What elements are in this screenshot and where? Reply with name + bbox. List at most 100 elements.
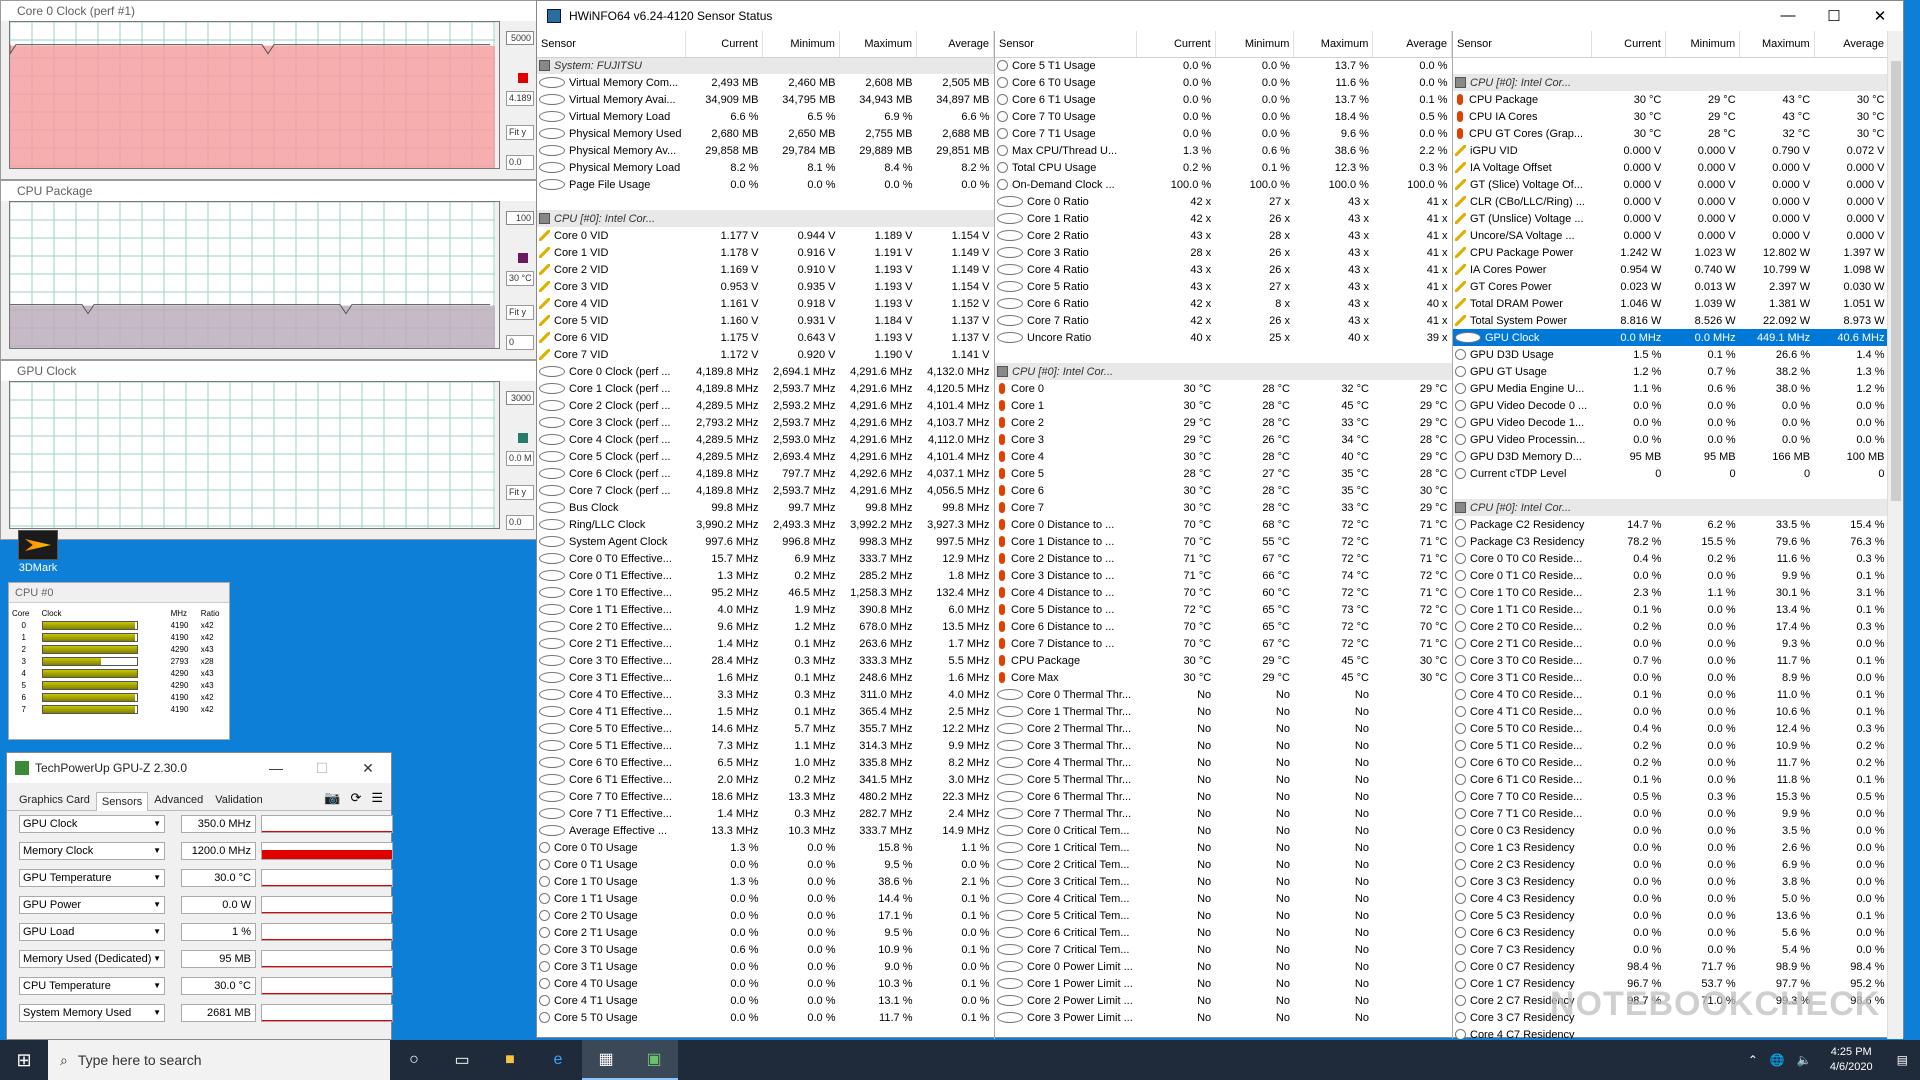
- sensor-row[interactable]: Core 4 30 °C 28 °C 40 °C 29 °C: [995, 448, 1452, 465]
- sensor-row[interactable]: Core 1 T0 Usage 1.3 % 0.0 % 38.6 % 2.1 %: [537, 873, 994, 890]
- sensor-row[interactable]: Core 2 Clock (perf ... 4,289.5 MHz 2,593.2…: [537, 397, 994, 414]
- sensor-group-header[interactable]: CPU [#0]: Intel Cor...: [995, 363, 1452, 380]
- sensor-row[interactable]: Core 1 T1 C0 Reside... 0.1 % 0.0 % 13.4 % 0.…: [1453, 601, 1889, 618]
- gpuz-sensor-select[interactable]: System Memory Used ▼: [19, 1004, 165, 1022]
- sensor-row[interactable]: Core 5 T0 C0 Reside... 0.4 % 0.0 % 12.4 % 0.…: [1453, 720, 1889, 737]
- sensor-row[interactable]: Core 0 C3 Residency 0.0 % 0.0 % 3.5 % 0.0 %: [1453, 822, 1889, 839]
- gpuz-taskbar-button[interactable]: ▣: [630, 1040, 678, 1080]
- sensor-row[interactable]: Core 4 T0 Effective... 3.3 MHz 0.3 MHz 311.…: [537, 686, 994, 703]
- sensor-group-header[interactable]: CPU [#0]: Intel Cor...: [537, 210, 994, 227]
- volume-icon[interactable]: 🔈: [1791, 1053, 1818, 1067]
- sensor-row[interactable]: Physical Memory Load 8.2 % 8.1 % 8.4 % 8.2 %: [537, 159, 994, 176]
- task-view-button[interactable]: ▭: [438, 1040, 486, 1080]
- gpuz-sensor-select[interactable]: GPU Power ▼: [19, 896, 165, 914]
- sensor-row[interactable]: Core 5 28 °C 27 °C 35 °C 28 °C: [995, 465, 1452, 482]
- sensor-row[interactable]: Core 3 C3 Residency 0.0 % 0.0 % 3.8 % 0.0 %: [1453, 873, 1889, 890]
- sensor-row[interactable]: Core 4 T1 C0 Reside... 0.0 % 0.0 % 10.6 % 0.…: [1453, 703, 1889, 720]
- sensor-row[interactable]: Core 2 29 °C 28 °C 33 °C 29 °C: [995, 414, 1452, 431]
- sensor-row[interactable]: System Agent Clock 997.6 MHz 996.8 MHz 998.…: [537, 533, 994, 550]
- sensor-row[interactable]: Core 4 C3 Residency 0.0 % 0.0 % 5.0 % 0.0 %: [1453, 890, 1889, 907]
- sensor-row[interactable]: Core 6 VID 1.175 V 0.643 V 1.193 V 1.137 V: [537, 329, 994, 346]
- fit-y-button[interactable]: Fit y: [506, 485, 534, 500]
- hwinfo-titlebar[interactable]: HWiNFO64 v6.24-4120 Sensor Status — ☐ ✕: [537, 1, 1903, 31]
- sensor-row[interactable]: GPU Video Processin... 0.0 % 0.0 % 0.0 % 0.0…: [1453, 431, 1889, 448]
- gpuz-sensor-select[interactable]: CPU Temperature ▼: [19, 977, 165, 995]
- sensor-row[interactable]: Core 5 T0 Usage 0.0 % 0.0 % 11.7 % 0.1 %: [537, 1009, 994, 1026]
- sensor-row[interactable]: Core 0 T0 C0 Reside... 0.4 % 0.2 % 11.6 % 0.…: [1453, 550, 1889, 567]
- sensor-row[interactable]: Core 3 T0 C0 Reside... 0.7 % 0.0 % 11.7 % 0.…: [1453, 652, 1889, 669]
- scrollbar[interactable]: [1887, 31, 1903, 1039]
- sensor-row[interactable]: Core 7 T1 Usage 0.0 % 0.0 % 9.6 % 0.0 %: [995, 125, 1452, 142]
- sensor-row[interactable]: Core 6 Clock (perf ... 4,189.8 MHz 797.7 M…: [537, 465, 994, 482]
- sensor-row[interactable]: Core 2 C3 Residency 0.0 % 0.0 % 6.9 % 0.0 %: [1453, 856, 1889, 873]
- sensor-row[interactable]: Core 2 Critical Tem... No No No: [995, 856, 1452, 873]
- sensor-row[interactable]: Core 5 T1 Usage 0.0 % 0.0 % 13.7 % 0.0 %: [995, 57, 1452, 74]
- chevron-up-icon[interactable]: ⌃: [1742, 1053, 1764, 1067]
- column-header-current[interactable]: Current: [1591, 31, 1666, 58]
- sensor-row[interactable]: Core 7 T1 Effective... 1.4 MHz 0.3 MHz 282.…: [537, 805, 994, 822]
- sensor-row[interactable]: Core 1 T0 Effective... 95.2 MHz 46.5 MHz 1,…: [537, 584, 994, 601]
- sensor-row[interactable]: Core 4 Ratio 43 x 26 x 43 x 41 x: [995, 261, 1452, 278]
- sensor-group-header[interactable]: CPU [#0]: Intel Cor...: [1453, 499, 1889, 516]
- sensor-row[interactable]: Core 1 Thermal Thr... No No No: [995, 703, 1452, 720]
- sensor-row[interactable]: Core 0 Critical Tem... No No No: [995, 822, 1452, 839]
- sensor-row[interactable]: Core 7 T0 Effective... 18.6 MHz 13.3 MHz 48…: [537, 788, 994, 805]
- sensor-row[interactable]: Core 1 Power Limit ... No No No: [995, 975, 1452, 992]
- sensor-row[interactable]: Core 7 T0 C0 Reside... 0.5 % 0.3 % 15.3 % 0.…: [1453, 788, 1889, 805]
- sensor-row[interactable]: Core 3 29 °C 26 °C 34 °C 28 °C: [995, 431, 1452, 448]
- sensor-row[interactable]: Core 0 Ratio 42 x 27 x 43 x 41 x: [995, 193, 1452, 210]
- sensor-row[interactable]: CPU GT Cores (Grap... 30 °C 28 °C 32 °C 30 °…: [1453, 125, 1889, 142]
- sensor-row[interactable]: CPU IA Cores 30 °C 29 °C 43 °C 30 °C: [1453, 108, 1889, 125]
- sensor-row[interactable]: Core 5 Clock (perf ... 4,289.5 MHz 2,693.4…: [537, 448, 994, 465]
- sensor-row[interactable]: GT Cores Power 0.023 W 0.013 W 2.397 W 0.030…: [1453, 278, 1889, 295]
- sensor-row[interactable]: Package C2 Residency 14.7 % 6.2 % 33.5 % 15.…: [1453, 516, 1889, 533]
- sensor-row[interactable]: Core 5 T1 Effective... 7.3 MHz 1.1 MHz 314.…: [537, 737, 994, 754]
- camera-icon[interactable]: 📷: [324, 790, 340, 806]
- sensor-row[interactable]: Core 4 T1 Usage 0.0 % 0.0 % 13.1 % 0.0 %: [537, 992, 994, 1009]
- sensor-row[interactable]: Core 1 T1 Effective... 4.0 MHz 1.9 MHz 390.…: [537, 601, 994, 618]
- sensor-row[interactable]: Core 0 30 °C 28 °C 32 °C 29 °C: [995, 380, 1452, 397]
- graph-color-swatch[interactable]: [518, 253, 528, 263]
- sensor-row[interactable]: Virtual Memory Load 6.6 % 6.5 % 6.9 % 6.6 %: [537, 108, 994, 125]
- column-header-minimum[interactable]: Minimum: [1215, 31, 1295, 58]
- sensor-row[interactable]: Core 0 Clock (perf ... 4,189.8 MHz 2,694.1…: [537, 363, 994, 380]
- sensor-row[interactable]: GPU Video Decode 0 ... 0.0 % 0.0 % 0.0 % 0.0…: [1453, 397, 1889, 414]
- sensor-row[interactable]: Core 1 Ratio 42 x 26 x 43 x 41 x: [995, 210, 1452, 227]
- sensor-pane-3[interactable]: Sensor Current Minimum Maximum Average CPU [#…: [1453, 31, 1889, 1039]
- sensor-row[interactable]: Core 5 T0 Effective... 14.6 MHz 5.7 MHz 355…: [537, 720, 994, 737]
- sensor-row[interactable]: Core 4 Thermal Thr... No No No: [995, 754, 1452, 771]
- fit-y-button[interactable]: Fit y: [506, 125, 534, 140]
- sensor-row[interactable]: Core 2 T1 Effective... 1.4 MHz 0.1 MHz 263.…: [537, 635, 994, 652]
- sensor-row[interactable]: Core 2 T0 C0 Reside... 0.2 % 0.0 % 17.4 % 0.…: [1453, 618, 1889, 635]
- gpuz-sensor-select[interactable]: Memory Clock ▼: [19, 842, 165, 860]
- close-icon[interactable]: ✕: [1857, 7, 1903, 25]
- sensor-row[interactable]: IA Voltage Offset 0.000 V 0.000 V 0.000 V 0.…: [1453, 159, 1889, 176]
- graph-min[interactable]: 0: [506, 335, 534, 350]
- sensor-row[interactable]: CPU Package 30 °C 29 °C 45 °C 30 °C: [995, 652, 1452, 669]
- sensor-row[interactable]: Core 2 Thermal Thr... No No No: [995, 720, 1452, 737]
- graph-max[interactable]: 100: [506, 211, 534, 225]
- fit-y-button[interactable]: Fit y: [506, 305, 534, 320]
- sensor-row[interactable]: Core 2 Power Limit ... No No No: [995, 992, 1452, 1009]
- sensor-row[interactable]: CPU Package Power 1.242 W 1.023 W 12.802 W1…: [1453, 244, 1889, 261]
- sensor-row[interactable]: Virtual Memory Avai... 34,909 MB 34,795 MB…: [537, 91, 994, 108]
- sensor-row[interactable]: Core 1 VID 1.178 V 0.916 V 1.191 V 1.149 V: [537, 244, 994, 261]
- sensor-row[interactable]: Ring/LLC Clock 3,990.2 MHz 2,493.3 MHz 3,99…: [537, 516, 994, 533]
- edge-button[interactable]: e: [534, 1040, 582, 1080]
- sensor-row[interactable]: Core 4 Distance to ... 70 °C 60 °C 72 °C 71 …: [995, 584, 1452, 601]
- sensor-row[interactable]: Core 7 VID 1.172 V 0.920 V 1.190 V 1.141 V: [537, 346, 994, 363]
- minimize-icon[interactable]: —: [1765, 7, 1811, 25]
- gpuz-tab-advanced[interactable]: Advanced: [148, 790, 209, 810]
- sensor-row[interactable]: Core 0 C7 Residency 98.4 % 71.7 % 98.9 % 98.…: [1453, 958, 1889, 975]
- sensor-row[interactable]: Core 3 T0 Usage 0.6 % 0.0 % 10.9 % 0.1 %: [537, 941, 994, 958]
- clock[interactable]: 4:25 PM 4/6/2020: [1818, 1045, 1885, 1075]
- gpuz-tab-sensors[interactable]: Sensors: [95, 792, 149, 811]
- sensor-row[interactable]: Core 1 T1 Usage 0.0 % 0.0 % 14.4 % 0.1 %: [537, 890, 994, 907]
- sensor-row[interactable]: Core 3 Clock (perf ... 2,793.2 MHz 2,593.7…: [537, 414, 994, 431]
- sensor-row[interactable]: Core 4 Critical Tem... No No No: [995, 890, 1452, 907]
- sensor-row[interactable]: Core 3 Power Limit ... No No No: [995, 1009, 1452, 1026]
- sensor-row[interactable]: Core 5 Critical Tem... No No No: [995, 907, 1452, 924]
- sensor-row[interactable]: Core 2 T0 Effective... 9.6 MHz 1.2 MHz 678.…: [537, 618, 994, 635]
- graph-max[interactable]: 5000: [506, 31, 534, 45]
- sensor-row[interactable]: Virtual Memory Com... 2,493 MB 2,460 MB 2,6…: [537, 74, 994, 91]
